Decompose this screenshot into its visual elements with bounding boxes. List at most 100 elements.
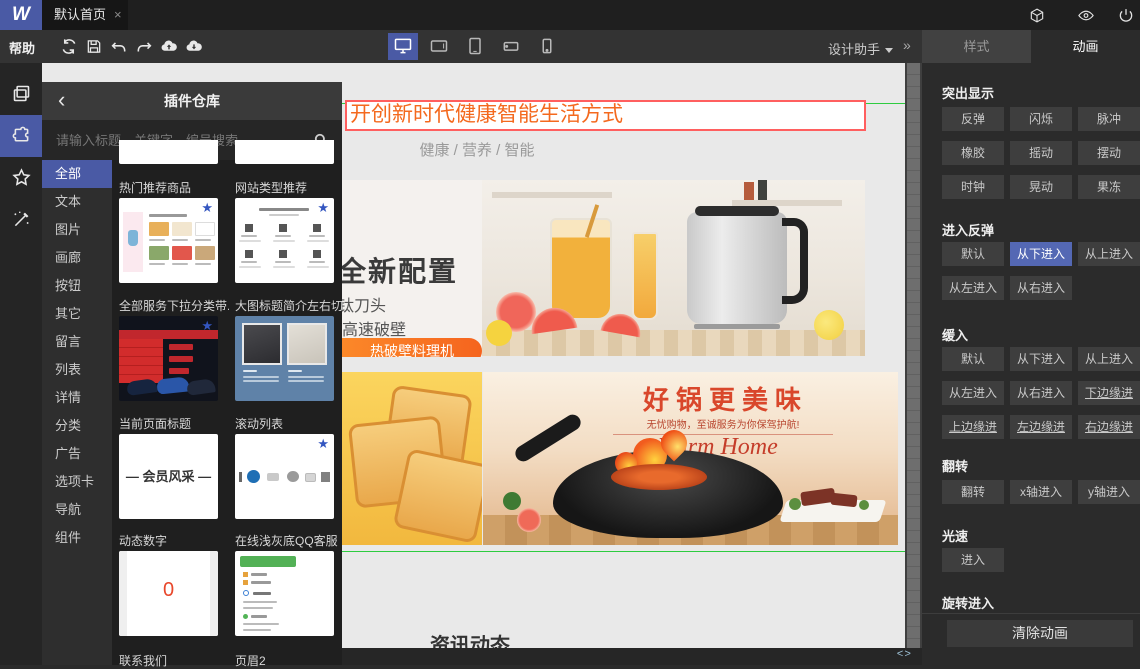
anim-button[interactable]: 上边缘进 — [942, 415, 1004, 439]
favorite-star-icon[interactable]: ★ — [317, 201, 329, 214]
category-item[interactable]: 分类 — [42, 412, 112, 440]
anim-button[interactable]: 橡胶 — [942, 141, 1004, 165]
anim-button[interactable]: 下边缘进 — [1078, 381, 1140, 405]
preview-eye-icon[interactable] — [1075, 7, 1097, 24]
selected-title-element[interactable]: 开创新时代健康智能生活方式 — [345, 100, 866, 131]
anim-button[interactable]: 默认 — [942, 347, 1004, 371]
anim-button[interactable]: 晃动 — [1010, 175, 1072, 199]
vegetable — [789, 498, 801, 510]
category-item[interactable]: 组件 — [42, 524, 112, 552]
page-tab[interactable]: 默认首页 × — [42, 0, 128, 30]
tab-close-icon[interactable]: × — [114, 7, 122, 22]
device-phone-portrait-icon[interactable] — [532, 33, 562, 60]
anim-button-selected[interactable]: 从下进入 — [1010, 242, 1072, 266]
sidebar-magic-wand-icon[interactable] — [0, 199, 42, 241]
category-item[interactable]: 全部 — [42, 160, 112, 188]
tab-animation[interactable]: 动画 — [1031, 30, 1140, 63]
power-exit-icon[interactable] — [1115, 7, 1137, 24]
banner-feature-1: 钛刀头 — [338, 298, 387, 315]
plugin-label: 在线浅灰底QQ客服 — [235, 534, 338, 548]
page-tab-label: 默认首页 — [54, 7, 107, 22]
help-label[interactable]: 帮助 — [9, 38, 35, 57]
anim-button[interactable]: 右边缘进 — [1078, 415, 1140, 439]
wok-pan — [553, 450, 783, 538]
anim-button[interactable]: 摇动 — [1010, 141, 1072, 165]
plugin-card-partial[interactable] — [235, 140, 334, 164]
thumb-qq-icon — [243, 614, 248, 619]
category-item[interactable]: 画廊 — [42, 244, 112, 272]
anim-button[interactable]: 反弹 — [942, 107, 1004, 131]
thumb-navbar — [119, 330, 218, 339]
design-assistant-menu[interactable]: 设计助手 — [828, 39, 894, 58]
device-tablet-landscape-icon[interactable] — [424, 33, 454, 60]
favorite-star-icon[interactable]: ★ — [201, 201, 213, 214]
undo-icon[interactable] — [110, 38, 128, 55]
category-item[interactable]: 详情 — [42, 384, 112, 412]
refresh-icon[interactable] — [60, 38, 78, 55]
plugin-card-qq-service[interactable] — [235, 551, 334, 636]
anim-button[interactable]: 从上进入 — [1078, 347, 1140, 371]
canvas-scrollbar-thumb[interactable] — [907, 63, 920, 648]
plugin-card-dropdown-menu[interactable]: ★ — [119, 316, 218, 401]
plugin-card-partial[interactable] — [119, 140, 218, 164]
kettle-juice-photo[interactable] — [482, 180, 865, 356]
category-item[interactable]: 文本 — [42, 188, 112, 216]
anim-button[interactable]: 左边缘进 — [1010, 415, 1072, 439]
anim-button[interactable]: 脉冲 — [1078, 107, 1140, 131]
anim-button[interactable]: 从左进入 — [942, 381, 1004, 405]
clear-animation-button[interactable]: 清除动画 — [947, 620, 1133, 647]
code-view-icon[interactable]: <> — [897, 649, 912, 661]
thumb-logo — [321, 472, 330, 482]
anim-button[interactable]: 时钟 — [942, 175, 1004, 199]
category-item[interactable]: 广告 — [42, 440, 112, 468]
anim-button[interactable]: 闪烁 — [1010, 107, 1072, 131]
anim-button[interactable]: 果冻 — [1078, 175, 1140, 199]
category-item[interactable]: 列表 — [42, 356, 112, 384]
wok-handle — [512, 411, 584, 465]
anim-button[interactable]: x轴进入 — [1010, 480, 1072, 504]
device-desktop-icon[interactable] — [388, 33, 418, 60]
cloud-upload-icon[interactable] — [160, 38, 178, 55]
thumb-logo — [305, 473, 316, 482]
plugin-label: 滚动列表 — [235, 417, 284, 431]
canvas-scrollbar[interactable] — [905, 63, 922, 648]
redo-icon[interactable] — [135, 38, 153, 55]
anim-button[interactable]: 从下进入 — [1010, 347, 1072, 371]
sidebar-favorites-icon[interactable] — [0, 157, 42, 199]
anim-button[interactable]: 翻转 — [942, 480, 1004, 504]
widget-cube-icon[interactable] — [1026, 7, 1048, 24]
plugin-card-page-title[interactable]: — 会员风采 — — [119, 434, 218, 519]
collapse-panel-icon[interactable]: » — [903, 37, 911, 53]
plugin-card-big-image-slider[interactable] — [235, 316, 334, 401]
favorite-star-icon[interactable]: ★ — [317, 437, 329, 450]
category-item[interactable]: 其它 — [42, 300, 112, 328]
plugin-card-site-types[interactable]: ★ — [235, 198, 334, 283]
cloud-download-icon[interactable] — [185, 38, 203, 55]
anim-button[interactable]: 从右进入 — [1010, 276, 1072, 300]
plugin-card-dynamic-number[interactable]: 0 — [119, 551, 218, 636]
news-section-heading[interactable]: 资讯动态 — [430, 629, 510, 648]
wok-banner[interactable]: 好锅更美味 无忧购物，至诚服务为你保驾护航! Warm Home — [483, 372, 898, 545]
anim-button[interactable]: 进入 — [942, 548, 1004, 572]
category-item[interactable]: 导航 — [42, 496, 112, 524]
tab-style[interactable]: 样式 — [922, 30, 1031, 63]
plugin-card-scroll-list[interactable]: ★ — [235, 434, 334, 519]
anim-button[interactable]: 从右进入 — [1010, 381, 1072, 405]
plugin-card-hot-products[interactable]: ★ — [119, 198, 218, 283]
device-tablet-portrait-icon[interactable] — [460, 33, 490, 60]
device-phone-landscape-icon[interactable] — [496, 33, 526, 60]
save-icon[interactable] — [85, 38, 103, 55]
anim-button[interactable]: 从上进入 — [1078, 242, 1140, 266]
page-banner-subtitle[interactable]: 健康 / 营养 / 智能 — [372, 139, 582, 160]
anim-button[interactable]: 摆动 — [1078, 141, 1140, 165]
category-item[interactable]: 按钮 — [42, 272, 112, 300]
category-item[interactable]: 选项卡 — [42, 468, 112, 496]
sidebar-plugins-icon[interactable] — [0, 115, 42, 157]
sidebar-pages-icon[interactable] — [0, 73, 42, 115]
category-item[interactable]: 图片 — [42, 216, 112, 244]
anim-button[interactable]: 默认 — [942, 242, 1004, 266]
wok-banner-title: 好锅更美味 — [643, 385, 809, 415]
anim-button[interactable]: y轴进入 — [1078, 480, 1140, 504]
category-item[interactable]: 留言 — [42, 328, 112, 356]
anim-button[interactable]: 从左进入 — [942, 276, 1004, 300]
